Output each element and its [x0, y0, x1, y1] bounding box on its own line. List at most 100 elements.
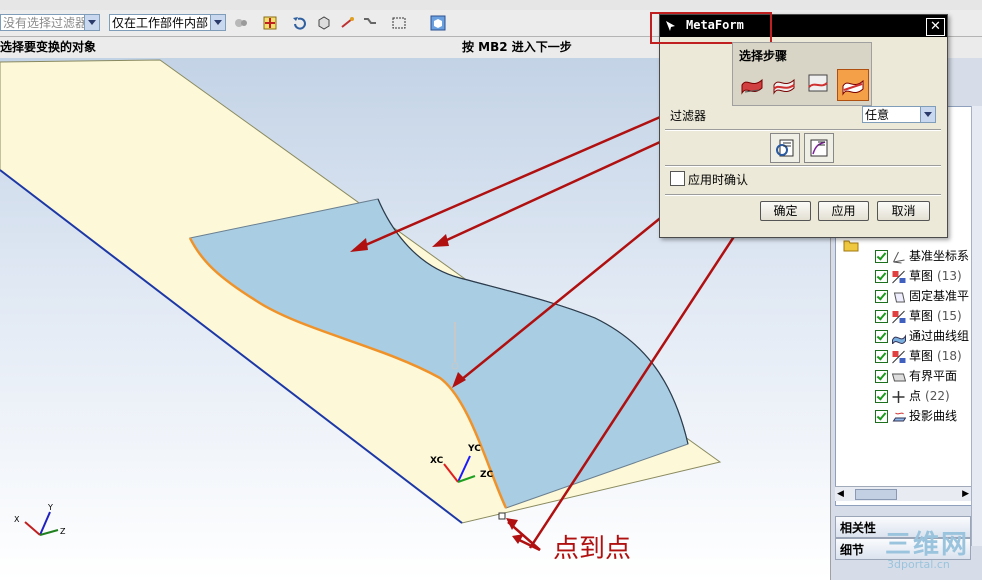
navigator-item-label: 投影曲线	[909, 409, 958, 423]
wcs-yc-label: YC	[467, 444, 481, 454]
chevron-down-icon[interactable]	[210, 15, 225, 30]
selection-scope-combo[interactable]: 仅在工作部件内部	[109, 14, 226, 31]
type-filter-combo[interactable]: 没有选择过滤器	[0, 14, 100, 31]
ok-button-label: 确定	[773, 204, 798, 218]
shaded-cube-icon[interactable]	[430, 15, 446, 31]
type-filter-value: 没有选择过滤器	[3, 16, 88, 30]
info-list-icon	[776, 139, 794, 157]
watermark-logo: 三维网	[885, 530, 970, 560]
rectangle-select-icon[interactable]	[391, 15, 407, 31]
point-marker[interactable]	[498, 512, 506, 520]
arrowhead	[432, 234, 449, 247]
filter-select[interactable]: 任意	[862, 106, 936, 123]
sketch-icon	[892, 350, 906, 363]
close-icon[interactable]: ✕	[926, 18, 945, 36]
wcs-zc-label: ZC	[480, 470, 494, 480]
navigator-item[interactable]: 通过曲线组	[875, 326, 969, 346]
cancel-button-label: 取消	[891, 204, 916, 218]
dependencies-label: 相关性	[840, 521, 877, 535]
sketch-icon	[892, 310, 906, 323]
analysis-chart-icon	[810, 139, 828, 157]
info-button[interactable]	[770, 133, 800, 163]
abs-x-axis	[24, 521, 41, 536]
navigator-item-label: 草图	[909, 309, 934, 323]
watermark-url: 3dportal.cn	[887, 558, 950, 571]
chevron-down-icon[interactable]	[84, 15, 99, 30]
navigator-item[interactable]: 点 (22)	[875, 386, 950, 406]
visibility-checkbox[interactable]	[875, 310, 888, 323]
analysis-button[interactable]	[804, 133, 834, 163]
step4-surface-icon	[842, 79, 864, 96]
cube-select-icon[interactable]	[316, 15, 332, 31]
hint-text: 按 MB2 进入下一步	[462, 40, 572, 54]
snap-point-icon[interactable]	[262, 15, 278, 31]
navigator-item[interactable]: 基准坐标系	[875, 246, 969, 266]
step2-surface-icon[interactable]	[771, 71, 797, 97]
navigator-item[interactable]: 草图 (13)	[875, 266, 962, 286]
selection-steps-title: 选择步骤	[739, 49, 788, 63]
wcs-xc-label: XC	[430, 456, 444, 466]
edge-select-icon[interactable]	[339, 15, 355, 31]
visibility-checkbox[interactable]	[875, 370, 888, 383]
lasso-select-icon[interactable]	[362, 15, 378, 31]
title-highlight-box	[650, 12, 772, 44]
cancel-button[interactable]: 取消	[877, 201, 930, 221]
datum-plane-icon	[893, 292, 906, 302]
visibility-checkbox[interactable]	[875, 390, 888, 403]
abs-z-label: Z	[60, 527, 66, 536]
abs-y-axis	[39, 511, 51, 536]
navigator-item-count: (18)	[937, 349, 962, 363]
point-icon	[892, 390, 905, 403]
navigator-vscroll[interactable]	[971, 106, 982, 546]
visibility-checkbox[interactable]	[875, 410, 888, 423]
navigator-item[interactable]: 投影曲线	[875, 406, 957, 426]
datum-csys-icon	[893, 251, 905, 263]
scroll-left-icon[interactable]: ◀	[837, 489, 844, 499]
undo-icon[interactable]	[291, 15, 307, 31]
prompt-text: 选择要变换的对象	[0, 40, 97, 54]
bounded-plane-icon	[891, 373, 906, 381]
navigator-item[interactable]: 草图 (18)	[875, 346, 962, 366]
filter-select-value: 任意	[865, 108, 890, 122]
step1-surface-icon[interactable]	[739, 71, 765, 97]
through-curves-icon	[892, 333, 906, 344]
confirm-on-apply-checkbox[interactable]	[670, 171, 685, 186]
ok-button[interactable]: 确定	[760, 201, 811, 221]
visibility-checkbox[interactable]	[875, 330, 888, 343]
navigator-item[interactable]: 固定基准平	[875, 286, 969, 306]
navigator-item-label: 草图	[909, 269, 934, 283]
visibility-checkbox[interactable]	[875, 270, 888, 283]
navigator-hscroll[interactable]: ◀ ▶	[835, 486, 971, 501]
navigator-item-count: (15)	[937, 309, 962, 323]
navigator-item[interactable]: 草图 (15)	[875, 306, 962, 326]
navigator-item[interactable]: 有界平面	[875, 366, 957, 386]
visibility-checkbox[interactable]	[875, 350, 888, 363]
metaform-dialog: MetaForm ✕ 选择步骤 过滤器 任意 应用时确认 确定 应用 取消	[650, 12, 948, 238]
projected-curve-icon	[892, 412, 906, 421]
confirm-on-apply-label: 应用时确认	[688, 173, 749, 187]
apply-button[interactable]: 应用	[818, 201, 869, 221]
step3-surface-icon[interactable]	[805, 71, 831, 97]
selection-steps-group: 选择步骤	[732, 42, 872, 106]
navigator-item-count: (13)	[937, 269, 962, 283]
filter-label: 过滤器	[670, 109, 707, 123]
sketch-icon	[892, 270, 906, 283]
visibility-checkbox[interactable]	[875, 290, 888, 303]
navigator-item-count: (22)	[925, 389, 950, 403]
hscroll-thumb[interactable]	[855, 489, 897, 500]
navigator-item-label: 草图	[909, 349, 934, 363]
select-settings-icon[interactable]	[233, 15, 249, 31]
apply-button-label: 应用	[831, 204, 856, 218]
navigator-item-label: 通过曲线组	[909, 329, 970, 343]
details-label: 细节	[840, 543, 865, 557]
abs-x-label: X	[14, 515, 20, 524]
navigator-item-label: 固定基准平	[909, 289, 970, 303]
chevron-down-icon[interactable]	[920, 107, 935, 122]
selection-scope-value: 仅在工作部件内部	[112, 16, 209, 30]
step4-button[interactable]	[837, 69, 869, 101]
scroll-right-icon[interactable]: ▶	[962, 489, 969, 499]
model-history-folder-icon[interactable]	[843, 238, 859, 252]
visibility-checkbox[interactable]	[875, 250, 888, 263]
divider	[665, 165, 941, 167]
navigator-item-label: 基准坐标系	[909, 249, 970, 263]
